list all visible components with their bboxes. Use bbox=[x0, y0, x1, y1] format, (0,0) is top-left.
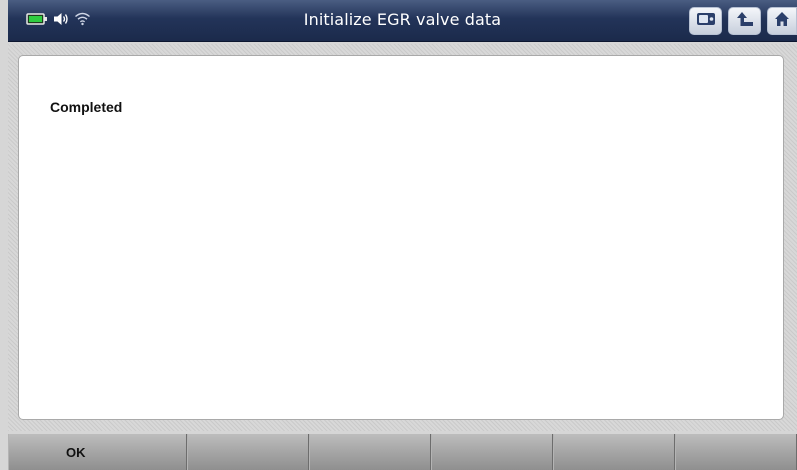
home-button[interactable] bbox=[767, 7, 797, 35]
content-frame: Completed bbox=[8, 44, 797, 431]
softkey-5[interactable] bbox=[553, 434, 675, 470]
ok-button[interactable]: OK bbox=[8, 434, 187, 470]
scan-tool-screen: Initialize EGR valve data Completed OK bbox=[0, 0, 797, 470]
status-message: Completed bbox=[50, 99, 123, 115]
softkey-4[interactable] bbox=[431, 434, 553, 470]
softkey-bar: OK bbox=[8, 434, 797, 470]
content-panel: Completed bbox=[18, 55, 784, 420]
back-arrow-icon bbox=[736, 11, 754, 32]
softkey-3[interactable] bbox=[309, 434, 431, 470]
top-button-group bbox=[689, 7, 797, 35]
page-title: Initialize EGR valve data bbox=[303, 10, 502, 29]
home-icon bbox=[774, 11, 790, 32]
softkey-2[interactable] bbox=[187, 434, 309, 470]
back-button[interactable] bbox=[728, 7, 761, 35]
softkey-6[interactable] bbox=[675, 434, 797, 470]
screenshot-button[interactable] bbox=[689, 7, 722, 35]
title-bar: Initialize EGR valve data bbox=[8, 0, 797, 42]
screenshot-icon bbox=[696, 12, 716, 31]
